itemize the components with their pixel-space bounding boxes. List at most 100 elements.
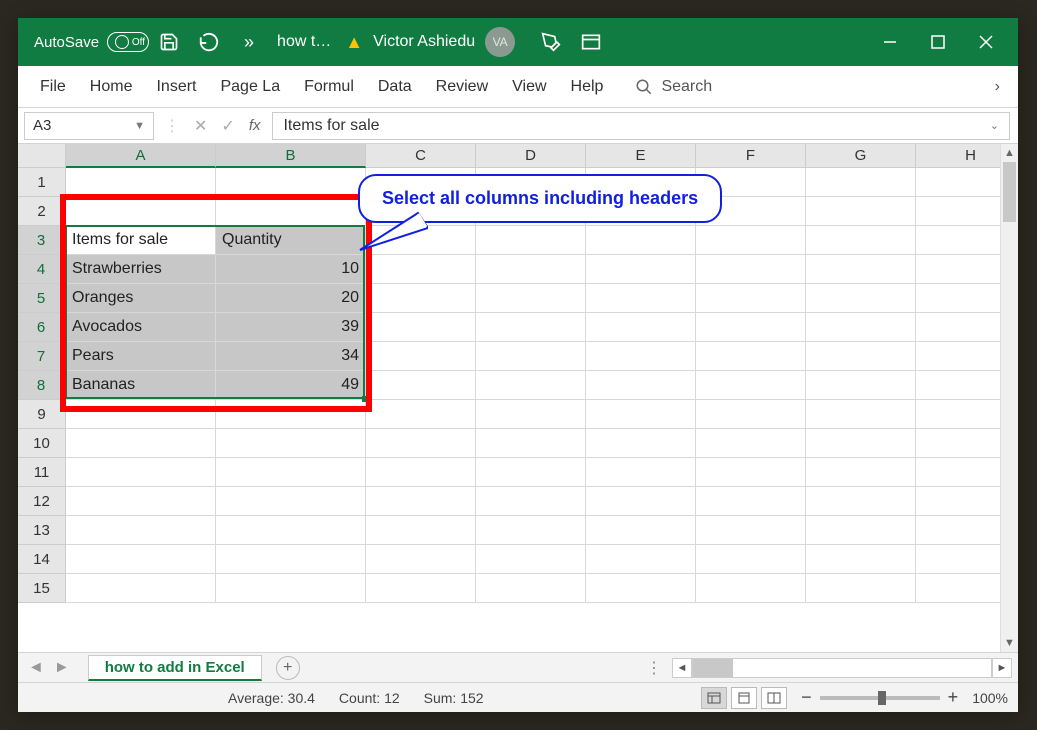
scroll-down-icon[interactable]: ▼	[1001, 634, 1018, 652]
cell-A11[interactable]	[66, 458, 216, 487]
cell-E15[interactable]	[586, 574, 696, 603]
cell-F7[interactable]	[696, 342, 806, 371]
cell-D9[interactable]	[476, 400, 586, 429]
tab-review[interactable]: Review	[424, 66, 500, 107]
cell-D4[interactable]	[476, 255, 586, 284]
cell-D10[interactable]	[476, 429, 586, 458]
zoom-percent[interactable]: 100%	[972, 690, 1008, 706]
avatar[interactable]: VA	[485, 27, 515, 57]
cell-E8[interactable]	[586, 371, 696, 400]
horizontal-scrollbar[interactable]: ◄ ►	[672, 658, 1012, 678]
cell-C9[interactable]	[366, 400, 476, 429]
cell-B4[interactable]: 10	[216, 255, 366, 284]
cell-F13[interactable]	[696, 516, 806, 545]
tab-help[interactable]: Help	[559, 66, 616, 107]
chevron-down-icon[interactable]: ▼	[134, 120, 145, 132]
cell-E14[interactable]	[586, 545, 696, 574]
cell-A1[interactable]	[66, 168, 216, 197]
spreadsheet-grid[interactable]: ABCDEFGH123Items for saleQuantity4Strawb…	[18, 144, 1018, 652]
zoom-slider[interactable]	[820, 696, 940, 700]
add-sheet-button[interactable]: +	[276, 656, 300, 680]
cell-G2[interactable]	[806, 197, 916, 226]
cell-D7[interactable]	[476, 342, 586, 371]
formula-input[interactable]: Items for sale ⌄	[272, 112, 1010, 140]
zoom-in-button[interactable]: +	[948, 687, 959, 708]
scroll-thumb[interactable]	[1003, 162, 1016, 222]
cell-B6[interactable]: 39	[216, 313, 366, 342]
cell-A10[interactable]	[66, 429, 216, 458]
cell-A7[interactable]: Pears	[66, 342, 216, 371]
cell-B13[interactable]	[216, 516, 366, 545]
fill-handle[interactable]	[362, 396, 368, 402]
cell-C6[interactable]	[366, 313, 476, 342]
cell-D15[interactable]	[476, 574, 586, 603]
cell-D5[interactable]	[476, 284, 586, 313]
cell-C5[interactable]	[366, 284, 476, 313]
cell-B12[interactable]	[216, 487, 366, 516]
cell-B11[interactable]	[216, 458, 366, 487]
cell-A8[interactable]: Bananas	[66, 371, 216, 400]
hscroll-thumb[interactable]	[693, 659, 733, 677]
cell-B14[interactable]	[216, 545, 366, 574]
row-header-2[interactable]: 2	[18, 197, 66, 226]
cell-C13[interactable]	[366, 516, 476, 545]
cell-E6[interactable]	[586, 313, 696, 342]
cell-F10[interactable]	[696, 429, 806, 458]
cell-G3[interactable]	[806, 226, 916, 255]
cell-G6[interactable]	[806, 313, 916, 342]
cell-F6[interactable]	[696, 313, 806, 342]
close-button[interactable]	[962, 18, 1010, 66]
cell-A12[interactable]	[66, 487, 216, 516]
cell-C12[interactable]	[366, 487, 476, 516]
row-header-3[interactable]: 3	[18, 226, 66, 255]
cell-A13[interactable]	[66, 516, 216, 545]
cell-F14[interactable]	[696, 545, 806, 574]
row-header-7[interactable]: 7	[18, 342, 66, 371]
page-layout-view-button[interactable]	[731, 687, 757, 709]
cell-G5[interactable]	[806, 284, 916, 313]
cell-C14[interactable]	[366, 545, 476, 574]
tab-pagelayout[interactable]: Page La	[208, 66, 292, 107]
cell-D6[interactable]	[476, 313, 586, 342]
cell-A15[interactable]	[66, 574, 216, 603]
qat-more-icon[interactable]: »	[233, 26, 265, 58]
cell-G14[interactable]	[806, 545, 916, 574]
cell-A3[interactable]: Items for sale	[66, 226, 216, 255]
fx-icon[interactable]: fx	[249, 117, 261, 134]
row-header-6[interactable]: 6	[18, 313, 66, 342]
row-header-11[interactable]: 11	[18, 458, 66, 487]
cell-A6[interactable]: Avocados	[66, 313, 216, 342]
expand-formula-icon[interactable]: ⌄	[990, 119, 999, 132]
cell-B8[interactable]: 49	[216, 371, 366, 400]
cell-E3[interactable]	[586, 226, 696, 255]
cell-C8[interactable]	[366, 371, 476, 400]
cell-F11[interactable]	[696, 458, 806, 487]
cell-E4[interactable]	[586, 255, 696, 284]
tab-home[interactable]: Home	[78, 66, 145, 107]
row-header-8[interactable]: 8	[18, 371, 66, 400]
row-header-13[interactable]: 13	[18, 516, 66, 545]
minimize-button[interactable]	[866, 18, 914, 66]
tab-data[interactable]: Data	[366, 66, 424, 107]
cell-G11[interactable]	[806, 458, 916, 487]
col-header-F[interactable]: F	[696, 144, 806, 168]
name-box[interactable]: A3 ▼	[24, 112, 154, 140]
cell-F5[interactable]	[696, 284, 806, 313]
normal-view-button[interactable]	[701, 687, 727, 709]
select-all-corner[interactable]	[18, 144, 66, 168]
cell-F3[interactable]	[696, 226, 806, 255]
row-header-9[interactable]: 9	[18, 400, 66, 429]
scroll-left-icon[interactable]: ◄	[672, 658, 692, 678]
cell-G8[interactable]	[806, 371, 916, 400]
sheet-tab-active[interactable]: how to add in Excel	[88, 655, 262, 681]
cell-A4[interactable]: Strawberries	[66, 255, 216, 284]
cell-D12[interactable]	[476, 487, 586, 516]
cell-E13[interactable]	[586, 516, 696, 545]
row-header-15[interactable]: 15	[18, 574, 66, 603]
page-break-view-button[interactable]	[761, 687, 787, 709]
cell-A14[interactable]	[66, 545, 216, 574]
cell-B1[interactable]	[216, 168, 366, 197]
cell-A9[interactable]	[66, 400, 216, 429]
pen-icon[interactable]	[535, 26, 567, 58]
cell-D11[interactable]	[476, 458, 586, 487]
